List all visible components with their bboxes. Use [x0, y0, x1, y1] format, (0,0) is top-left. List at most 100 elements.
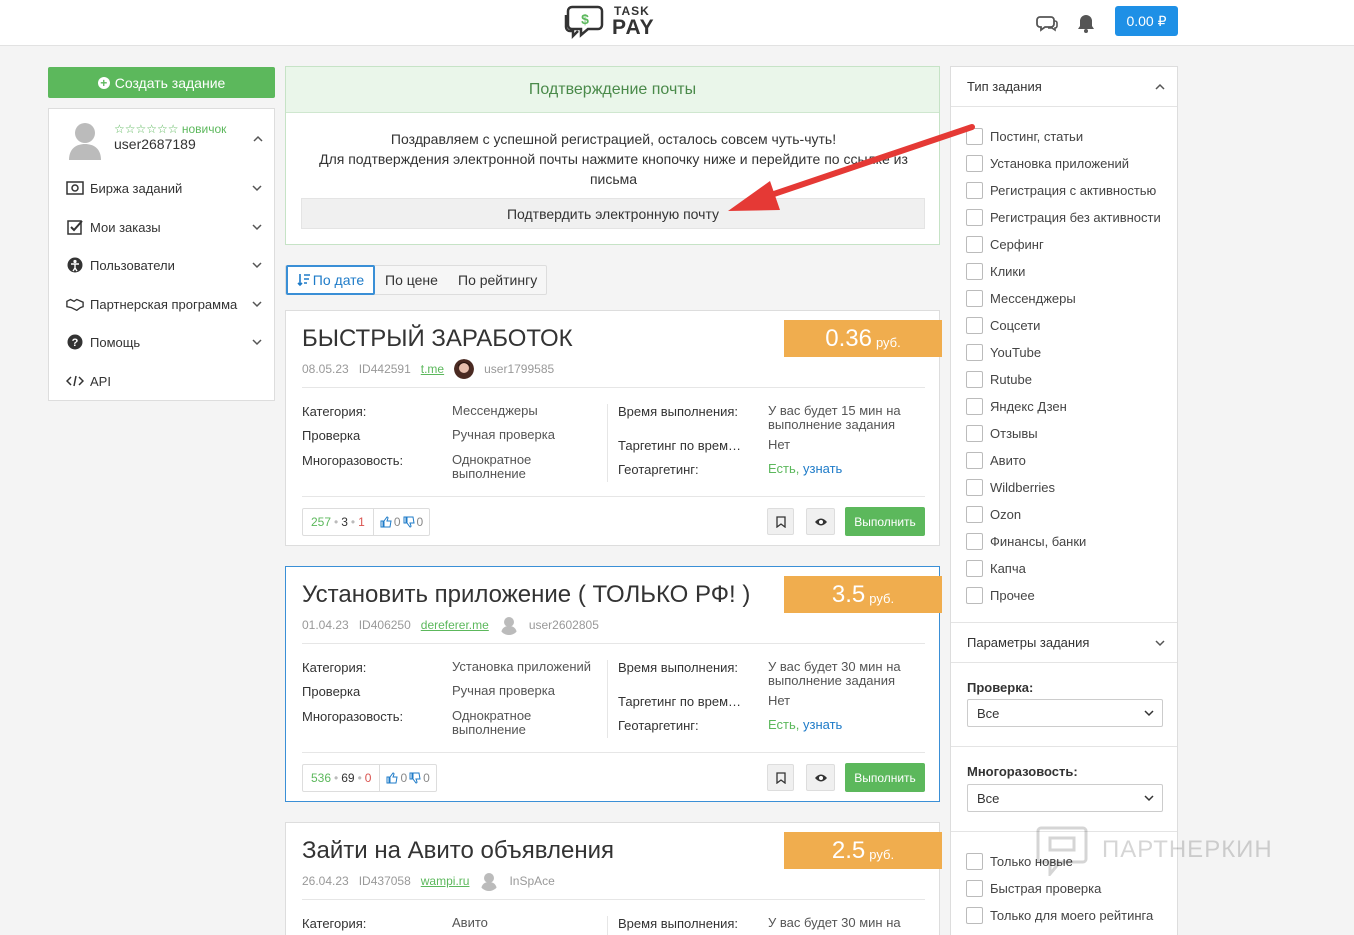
- check-value: Ручная проверка: [452, 683, 555, 698]
- checkbox[interactable]: [966, 343, 983, 361]
- check-filter-select[interactable]: Все: [967, 699, 1163, 727]
- checkbox[interactable]: [966, 852, 983, 870]
- type-checkbox-row[interactable]: Клики: [966, 262, 1025, 280]
- task-domain-link[interactable]: wampi.ru: [421, 874, 470, 888]
- checkbox[interactable]: [966, 424, 983, 442]
- task-author[interactable]: user1799585: [484, 362, 554, 376]
- checkbox[interactable]: [966, 532, 983, 550]
- checkbox-label: Финансы, банки: [990, 533, 1087, 549]
- views-count: 257: [311, 515, 332, 529]
- thumbs-up-icon[interactable]: [380, 516, 392, 528]
- task-params-header[interactable]: Параметры задания: [951, 623, 1177, 663]
- checkbox[interactable]: [966, 289, 983, 307]
- menu-item-api[interactable]: API: [49, 369, 274, 393]
- hide-button[interactable]: [806, 508, 835, 535]
- checkbox[interactable]: [966, 370, 983, 388]
- type-checkbox-row[interactable]: Прочее: [966, 586, 1035, 604]
- checkbox[interactable]: [966, 906, 983, 924]
- type-checkbox-row[interactable]: Соцсети: [966, 316, 1040, 334]
- thumbs-down-icon[interactable]: [409, 772, 421, 784]
- task-meta: 01.04.23 ID406250 dereferer.me user26028…: [302, 615, 599, 635]
- type-checkbox-row[interactable]: Регистрация без активности: [966, 208, 1161, 226]
- sort-by-rating-button[interactable]: По рейтингу: [458, 266, 537, 294]
- username[interactable]: user2687189: [114, 136, 196, 152]
- create-task-button[interactable]: + Создать задание: [48, 67, 275, 98]
- task-card[interactable]: БЫСТРЫЙ ЗАРАБОТОК 0.36 руб. 08.05.23 ID44…: [285, 310, 942, 546]
- checkbox[interactable]: [966, 127, 983, 145]
- type-checkbox-row[interactable]: Серфинг: [966, 235, 1044, 253]
- type-checkbox-row[interactable]: Капча: [966, 559, 1026, 577]
- check-label: Проверка: [302, 428, 361, 443]
- menu-item-task-exchange[interactable]: Биржа заданий: [49, 176, 274, 200]
- type-checkbox-row[interactable]: YouTube: [966, 343, 1041, 361]
- checkbox[interactable]: [966, 397, 983, 415]
- menu-label: API: [90, 373, 111, 389]
- price-value: 0.36: [825, 324, 872, 352]
- geo-more-link[interactable]: узнать: [803, 461, 842, 476]
- sort-by-price-button[interactable]: По цене: [385, 266, 438, 294]
- execute-button[interactable]: Выполнить: [845, 507, 925, 536]
- type-checkbox-row[interactable]: Отзывы: [966, 424, 1038, 442]
- menu-item-my-orders[interactable]: Мои заказы: [49, 215, 274, 239]
- menu-item-users[interactable]: Пользователи: [49, 253, 274, 277]
- user-panel: ☆☆☆☆☆☆ новичок user2687189 Биржа заданий…: [48, 108, 275, 401]
- bell-icon[interactable]: [1075, 12, 1097, 34]
- reuse-filter-select[interactable]: Все: [967, 784, 1163, 812]
- menu-item-partner-program[interactable]: Партнерская программа: [49, 292, 274, 316]
- execute-button[interactable]: Выполнить: [845, 763, 925, 792]
- task-price: 2.5 руб.: [784, 832, 942, 869]
- thumbs-down-icon[interactable]: [403, 516, 415, 528]
- type-checkbox-row[interactable]: Мессенджеры: [966, 289, 1076, 307]
- type-checkbox-row[interactable]: Финансы, банки: [966, 532, 1086, 550]
- geo-more-link[interactable]: узнать: [803, 717, 842, 732]
- user-avatar[interactable]: [454, 359, 475, 379]
- task-domain-link[interactable]: dereferer.me: [421, 618, 489, 632]
- checkbox[interactable]: [966, 154, 983, 172]
- checkbox[interactable]: [966, 478, 983, 496]
- checkbox[interactable]: [966, 235, 983, 253]
- checkbox[interactable]: [966, 559, 983, 577]
- confirm-email-button[interactable]: Подтвердить электронную почту: [301, 198, 925, 229]
- type-checkbox-row[interactable]: Постинг, статьи: [966, 127, 1083, 145]
- thumbs-up-icon[interactable]: [386, 772, 399, 784]
- bookmark-button[interactable]: [767, 508, 794, 535]
- sort-by-date-button[interactable]: По дате: [286, 265, 375, 295]
- type-checkbox-row[interactable]: Wildberries: [966, 478, 1055, 496]
- task-title[interactable]: Установить приложение ( ТОЛЬКО РФ! ): [302, 581, 750, 609]
- menu-item-help[interactable]: ? Помощь: [49, 330, 274, 354]
- chevron-up-icon[interactable]: [253, 134, 263, 144]
- user-avatar[interactable]: [499, 615, 519, 635]
- checkbox[interactable]: [966, 586, 983, 604]
- checkbox[interactable]: [966, 879, 983, 897]
- task-card[interactable]: Установить приложение ( ТОЛЬКО РФ! ) 3.5…: [285, 566, 942, 802]
- fail-count: 0: [364, 771, 372, 785]
- type-checkbox-row[interactable]: Яндекс Дзен: [966, 397, 1067, 415]
- task-author[interactable]: user2602805: [529, 618, 599, 632]
- task-type-header[interactable]: Тип задания: [951, 67, 1177, 107]
- task-title[interactable]: БЫСТРЫЙ ЗАРАБОТОК: [302, 325, 573, 353]
- checkbox[interactable]: [966, 451, 983, 469]
- extra-checkbox-row[interactable]: Быстрая проверка: [966, 879, 1101, 897]
- task-title[interactable]: Зайти на Авито объявления: [302, 837, 614, 865]
- checkbox[interactable]: [966, 181, 983, 199]
- type-checkbox-row[interactable]: Авито: [966, 451, 1026, 469]
- task-domain-link[interactable]: t.me: [421, 362, 444, 376]
- chevron-down-icon: [1155, 640, 1165, 647]
- balance-button[interactable]: 0.00 ₽: [1115, 6, 1178, 36]
- type-checkbox-row[interactable]: Rutube: [966, 370, 1032, 388]
- hide-button[interactable]: [806, 764, 835, 791]
- extra-checkbox-row[interactable]: Только для моего рейтинга: [966, 906, 1153, 924]
- task-card[interactable]: Зайти на Авито объявления 2.5 руб. 26.04.…: [285, 822, 942, 935]
- checkbox[interactable]: [966, 316, 983, 334]
- type-checkbox-row[interactable]: Ozon: [966, 505, 1021, 523]
- checkbox[interactable]: [966, 208, 983, 226]
- checkbox[interactable]: [966, 262, 983, 280]
- task-author[interactable]: InSpAce: [509, 874, 554, 888]
- chat-icon[interactable]: [1036, 12, 1058, 34]
- type-checkbox-row[interactable]: Регистрация с активностью: [966, 181, 1156, 199]
- type-checkbox-row[interactable]: Установка приложений: [966, 154, 1129, 172]
- bookmark-button[interactable]: [767, 764, 794, 791]
- checkbox[interactable]: [966, 505, 983, 523]
- taskpay-logo[interactable]: $ TASK PAY: [562, 3, 662, 41]
- user-avatar[interactable]: [479, 871, 499, 891]
